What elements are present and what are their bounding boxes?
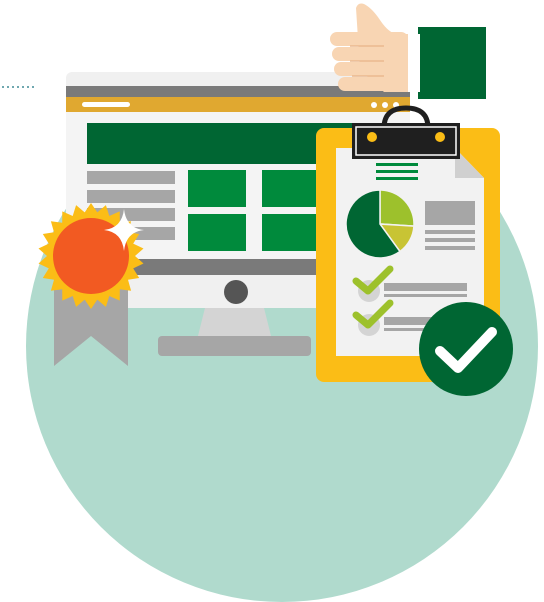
monitor-power-button [224, 280, 248, 304]
browser-dot [382, 102, 388, 108]
paper-text-line [425, 238, 475, 242]
checklist-line [384, 283, 467, 291]
browser-url-field [82, 102, 130, 107]
checklist-line [384, 294, 467, 297]
thumbs-up-cuff [406, 34, 420, 92]
paper-text-line [425, 246, 475, 250]
monitor-base [158, 336, 311, 356]
paper-heading-line [376, 163, 418, 166]
pie-chart-icon [345, 189, 415, 259]
clipboard-rivet [367, 132, 377, 142]
thumbs-up-finger [334, 62, 408, 76]
content-tile [262, 214, 320, 251]
paper-heading-line [376, 170, 418, 173]
thumbs-up-finger [338, 77, 408, 91]
clipboard-rivet [435, 132, 445, 142]
content-tile [262, 170, 320, 207]
thumbs-up-sleeve [418, 27, 486, 99]
paper-heading-line [376, 177, 418, 180]
thumbs-up-finger [332, 47, 408, 61]
thumbs-up-icon [330, 3, 486, 99]
content-tile [188, 214, 246, 251]
content-tile [188, 170, 246, 207]
check-circle-bg [419, 302, 513, 396]
paper-text-block [425, 201, 475, 225]
text-line [87, 190, 175, 203]
thumbs-up-finger [330, 32, 408, 46]
clipboard-clip [352, 123, 460, 159]
paper-text-line [425, 230, 475, 234]
text-line [87, 171, 175, 184]
browser-dot [371, 102, 377, 108]
check-circle-icon [419, 302, 513, 396]
illustration-scene [2, 3, 538, 602]
